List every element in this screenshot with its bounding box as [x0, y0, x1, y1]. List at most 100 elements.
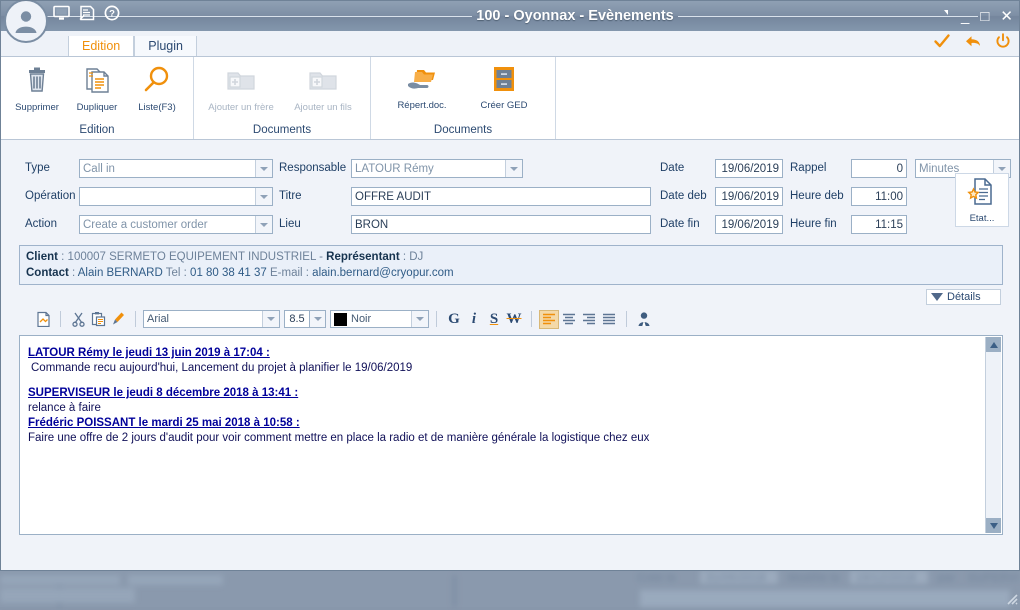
- contact-name[interactable]: Alain BERNARD: [78, 267, 163, 279]
- trash-icon: [21, 64, 53, 101]
- underline-icon[interactable]: S: [484, 310, 504, 329]
- delete-button[interactable]: Supprimer: [7, 61, 67, 115]
- contact-email[interactable]: alain.bernard@cryopur.com: [312, 267, 453, 279]
- chevron-down-icon[interactable]: [255, 160, 272, 177]
- window-controls: _ □ ✕: [937, 1, 1013, 31]
- action-select[interactable]: Create a customer order: [79, 215, 273, 234]
- bg-strip: [0, 575, 120, 585]
- scroll-down-icon[interactable]: [986, 518, 1001, 533]
- note-textarea[interactable]: LATOUR Rémy le jeudi 13 juin 2019 à 17:0…: [19, 335, 1003, 535]
- operation-select[interactable]: [79, 187, 273, 206]
- toolbar-separator: [60, 311, 61, 327]
- signature-icon[interactable]: [634, 310, 654, 329]
- restore-icon[interactable]: [937, 8, 950, 24]
- avatar[interactable]: [4, 1, 48, 43]
- doc-repository-button[interactable]: Répert.doc.: [381, 61, 463, 113]
- strikethrough-icon[interactable]: W: [504, 310, 524, 329]
- chevron-down-icon[interactable]: [411, 311, 428, 327]
- heure-fin-input[interactable]: 11:15: [851, 215, 907, 234]
- toolbar-separator: [436, 311, 437, 327]
- font-family-select[interactable]: Arial: [143, 310, 280, 328]
- etat-button[interactable]: Etat...: [955, 173, 1009, 227]
- responsable-select[interactable]: LATOUR Rémy: [351, 159, 523, 178]
- add-child-button[interactable]: Ajouter un fils: [282, 61, 364, 115]
- close-button[interactable]: ✕: [1000, 9, 1013, 24]
- bg-label: par: [938, 572, 956, 584]
- etat-label: Etat...: [969, 212, 995, 224]
- ribbon-group-edition: Supprimer Dupliquer Liste(F3) Edition: [1, 57, 194, 139]
- chevron-down-icon[interactable]: [262, 311, 279, 327]
- align-left-icon[interactable]: [539, 309, 559, 329]
- details-toggle[interactable]: Détails: [926, 289, 1001, 305]
- contact-label: Contact: [26, 267, 69, 279]
- hand-folder-icon: [406, 64, 438, 99]
- list-button[interactable]: Liste(F3): [127, 61, 187, 115]
- form-icon[interactable]: [79, 5, 95, 21]
- italic-icon[interactable]: i: [464, 310, 484, 329]
- chevron-down-icon[interactable]: [255, 188, 272, 205]
- editor-toolbar: Arial 8.5 Noir G i S W: [19, 307, 1003, 331]
- chevron-down-icon[interactable]: [255, 216, 272, 233]
- format-painter-icon[interactable]: [108, 310, 128, 329]
- italic-glyph: i: [471, 310, 477, 327]
- tab-plugin[interactable]: Plugin: [134, 36, 197, 56]
- titre-input[interactable]: OFFRE AUDIT: [351, 187, 651, 206]
- tab-edition[interactable]: Edition: [68, 36, 135, 56]
- align-center-icon[interactable]: [559, 310, 579, 329]
- title-bar[interactable]: 100 - Oyonnax - Evènements ? _ □ ✕: [1, 1, 1019, 31]
- heure-fin-label: Heure fin: [790, 218, 837, 230]
- help-icon[interactable]: ?: [104, 5, 120, 21]
- toolbar-separator: [531, 311, 532, 327]
- tel-label: Tel :: [162, 267, 191, 279]
- date-label: Date: [660, 162, 685, 174]
- create-ged-button[interactable]: Créer GED: [463, 61, 545, 113]
- font-color-select[interactable]: Noir: [330, 310, 429, 328]
- duplicate-document-icon: [81, 64, 113, 101]
- resize-grip[interactable]: [1004, 591, 1018, 605]
- duplicate-button[interactable]: Dupliquer: [67, 61, 127, 115]
- date-deb-input[interactable]: 19/06/2019: [715, 187, 783, 206]
- note-editor: Arial 8.5 Noir G i S W LATOUR Rémy le je…: [19, 307, 1003, 541]
- client-dash: -: [315, 251, 327, 263]
- strike-glyph: W: [506, 310, 522, 327]
- heure-deb-input[interactable]: 11:00: [851, 187, 907, 206]
- chevron-down-icon[interactable]: [505, 160, 522, 177]
- power-icon[interactable]: [995, 33, 1011, 50]
- validate-check-icon[interactable]: [933, 33, 951, 50]
- representant-value: : DJ: [399, 251, 424, 263]
- toolbar-separator: [135, 311, 136, 327]
- date-input[interactable]: 19/06/2019: [715, 159, 783, 178]
- font-size-value[interactable]: 8.5: [284, 310, 310, 328]
- monitor-icon[interactable]: [53, 5, 70, 21]
- add-sibling-button[interactable]: Ajouter un frère: [200, 61, 282, 115]
- bg-value: 19/12/2018: [856, 572, 917, 584]
- date-deb-label: Date deb: [660, 190, 707, 202]
- color-swatch: [334, 312, 347, 326]
- type-label: Type: [25, 162, 50, 174]
- date-fin-input[interactable]: 19/06/2019: [715, 215, 783, 234]
- maximize-button[interactable]: □: [980, 9, 989, 24]
- minimize-button[interactable]: _: [961, 9, 969, 24]
- list-label: Liste(F3): [138, 102, 176, 113]
- insert-document-icon[interactable]: [33, 310, 53, 329]
- align-justify-icon[interactable]: [599, 310, 619, 329]
- operation-label: Opération: [25, 190, 76, 202]
- bold-icon[interactable]: G: [444, 310, 464, 329]
- client-line: Client : 100007 SERMETO EQUIPEMENT INDUS…: [26, 249, 996, 265]
- contact-line: Contact : Alain BERNARD Tel : 01 80 38 4…: [26, 265, 996, 281]
- undo-arrow-icon[interactable]: [964, 33, 982, 50]
- cut-icon[interactable]: [68, 310, 88, 329]
- client-sep: :: [57, 251, 68, 263]
- lieu-input[interactable]: BRON: [351, 215, 651, 234]
- note-body: Commande recu aujourd'hui, Lancement du …: [31, 362, 413, 374]
- rappel-input[interactable]: 0: [851, 159, 907, 178]
- paste-icon[interactable]: [88, 310, 108, 329]
- type-select[interactable]: Call in: [79, 159, 273, 178]
- font-size-dropdown[interactable]: [310, 310, 326, 328]
- scroll-up-icon[interactable]: [986, 337, 1001, 352]
- create-ged-label: Créer GED: [480, 100, 528, 111]
- contact-phone[interactable]: 01 80 38 41 37: [190, 267, 267, 279]
- align-right-icon[interactable]: [579, 310, 599, 329]
- note-spacer: [28, 376, 994, 386]
- editor-scrollbar[interactable]: [985, 337, 1001, 533]
